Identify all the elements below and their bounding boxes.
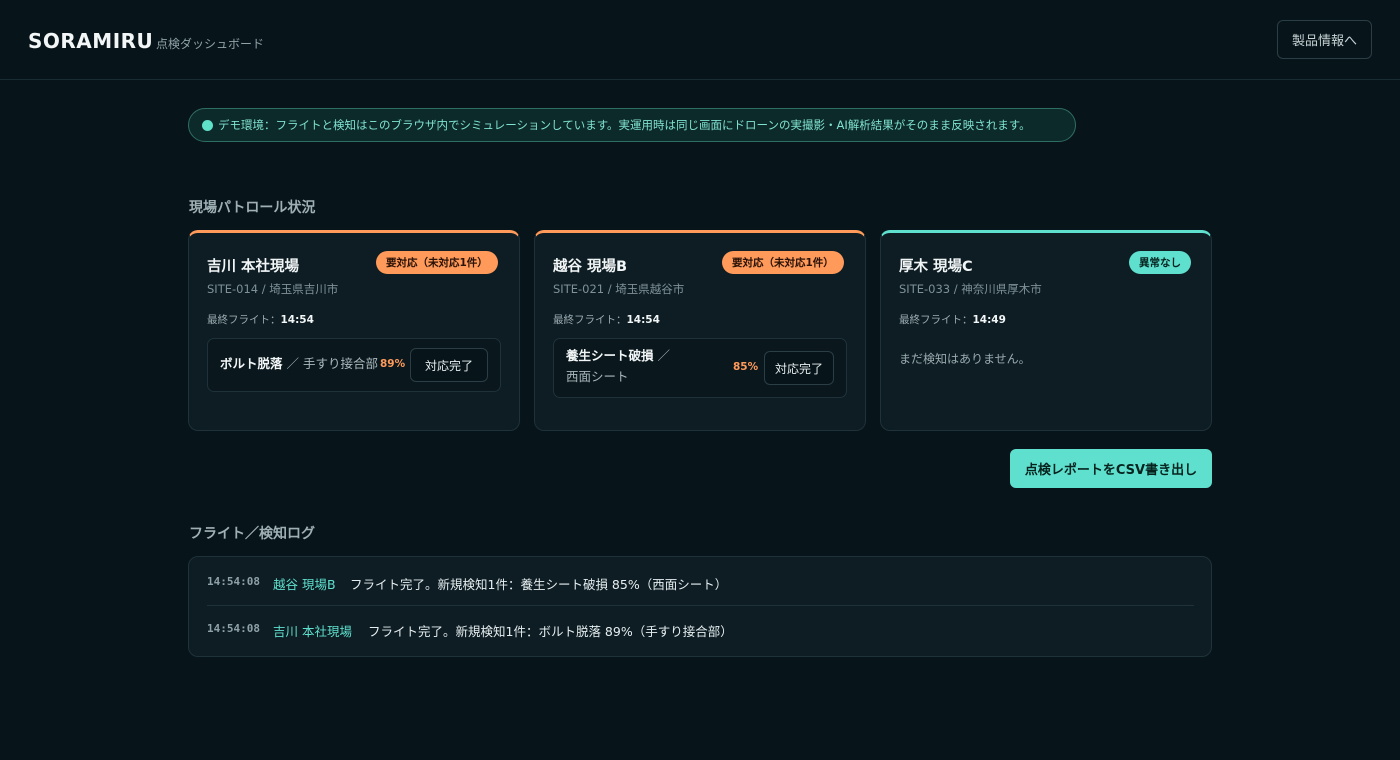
detection-confidence: 89% (380, 358, 406, 370)
demo-notice: デモ環境：フライトと検知はこのブラウザ内でシミュレーションしています。実運用時は… (188, 108, 1076, 142)
brand-logo[interactable]: SORAMIRU (28, 29, 153, 53)
status-badge: 要対応（未対応1件） (376, 251, 498, 274)
resolve-button[interactable]: 対応完了 (410, 348, 488, 382)
last-flight-time: 14:49 (972, 314, 1006, 326)
site-meta: SITE-033 / 神奈川県厚木市 (899, 282, 1042, 296)
last-flight: 最終フライト：14:54 (553, 312, 660, 327)
no-detection-message: まだ検知はありません。 (899, 352, 1031, 366)
last-flight: 最終フライト：14:54 (207, 312, 314, 327)
detection-text: ボルト脱落 ／ 手すり接合部 (220, 353, 378, 374)
detection-text: 養生シート破損 ／ 西面シート (566, 345, 670, 387)
last-flight-label: 最終フライト： (899, 314, 973, 326)
site-card-yoshikawa[interactable]: 吉川 本社現場 要対応（未対応1件） SITE-014 / 埼玉県吉川市 最終フ… (188, 230, 520, 431)
log-site[interactable]: 吉川 本社現場 (273, 621, 352, 640)
last-flight-label: 最終フライト： (553, 314, 627, 326)
last-flight-time: 14:54 (280, 314, 314, 326)
site-name: 厚木 現場C (899, 259, 973, 275)
last-flight-time: 14:54 (626, 314, 660, 326)
page-subtitle: 点検ダッシュボード (156, 37, 265, 51)
detection-item: 養生シート破損 ／ 西面シート 85% 対応完了 (553, 338, 847, 398)
site-name: 吉川 本社現場 (207, 259, 300, 275)
app-header: SORAMIRU 点検ダッシュボード 製品情報へ (0, 0, 1400, 80)
product-info-button[interactable]: 製品情報へ (1277, 20, 1372, 59)
log-time: 14:54:08 (207, 575, 260, 588)
log-time: 14:54:08 (207, 622, 260, 635)
log-entry: 14:54:08 吉川 本社現場 フライト完了。新規検知1件：ボルト脱落 89%… (207, 605, 1194, 651)
log-message: フライト完了。新規検知1件：養生シート破損 85%（西面シート） (350, 577, 728, 592)
detection-label: 養生シート破損 (566, 348, 654, 363)
site-card-koshigaya[interactable]: 越谷 現場B 要対応（未対応1件） SITE-021 / 埼玉県越谷市 最終フラ… (534, 230, 866, 431)
detection-location-detail: 西面シート (566, 369, 629, 384)
log-section-title: フライト／検知ログ (189, 526, 315, 542)
detection-confidence: 85% (733, 361, 759, 373)
last-flight: 最終フライト：14:49 (899, 312, 1006, 327)
demo-notice-text: デモ環境：フライトと検知はこのブラウザ内でシミュレーションしています。実運用時は… (218, 118, 1031, 132)
patrol-section-title: 現場パトロール状況 (189, 200, 316, 216)
site-meta: SITE-021 / 埼玉県越谷市 (553, 282, 685, 296)
detection-label: ボルト脱落 (220, 356, 283, 371)
site-meta: SITE-014 / 埼玉県吉川市 (207, 282, 339, 296)
status-badge: 要対応（未対応1件） (722, 251, 844, 274)
flight-log: 14:54:08 越谷 現場B フライト完了。新規検知1件：養生シート破損 85… (188, 556, 1212, 657)
status-badge: 異常なし (1129, 251, 1191, 274)
resolve-button[interactable]: 対応完了 (764, 351, 834, 385)
detection-location: ／ 手すり接合部 (286, 356, 378, 371)
log-message: フライト完了。新規検知1件：ボルト脱落 89%（手すり接合部） (368, 624, 733, 639)
detection-location: ／ (657, 348, 671, 363)
detection-item: ボルト脱落 ／ 手すり接合部 89% 対応完了 (207, 338, 501, 392)
export-csv-button[interactable]: 点検レポートをCSV書き出し (1010, 449, 1212, 488)
status-dot-icon (202, 119, 213, 131)
last-flight-label: 最終フライト： (207, 314, 281, 326)
site-card-atsugi[interactable]: 厚木 現場C 異常なし SITE-033 / 神奈川県厚木市 最終フライト：14… (880, 230, 1212, 431)
log-site[interactable]: 越谷 現場B (273, 574, 336, 593)
site-name: 越谷 現場B (553, 259, 628, 275)
